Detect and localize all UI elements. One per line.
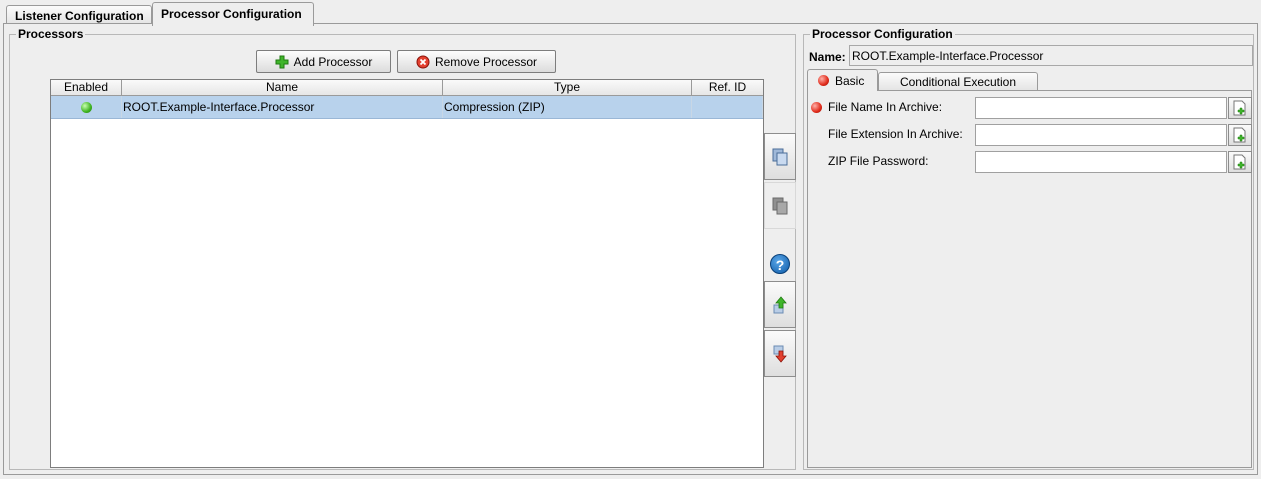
move-down-button[interactable] — [764, 330, 796, 377]
processors-title: Processors — [16, 27, 86, 41]
move-up-button[interactable] — [764, 281, 796, 328]
table-header: Enabled Name Type Ref. ID — [51, 80, 763, 96]
field-row-file-extension: File Extension In Archive: — [808, 124, 1252, 146]
tab-basic-label: Basic — [835, 73, 865, 88]
move-up-icon — [773, 295, 787, 313]
file-extension-insert-button[interactable] — [1228, 124, 1252, 146]
error-icon — [811, 102, 822, 113]
plus-icon — [275, 55, 289, 68]
add-processor-button[interactable]: Add Processor — [256, 50, 391, 73]
copy-button[interactable] — [764, 133, 796, 180]
processor-config-group: Processor Configuration Name: ROOT.Examp… — [803, 27, 1254, 470]
error-icon — [818, 75, 829, 86]
name-field[interactable]: ROOT.Example-Interface.Processor — [849, 45, 1253, 66]
insert-variable-icon — [1233, 100, 1246, 116]
type-cell: Compression (ZIP) — [443, 96, 692, 118]
insert-variable-icon — [1233, 154, 1246, 170]
tab-basic[interactable]: Basic — [807, 69, 878, 91]
processors-table: Enabled Name Type Ref. ID ROOT.Example-I… — [50, 79, 764, 468]
move-down-icon — [773, 345, 787, 363]
tab-processor-configuration[interactable]: Processor Configuration — [152, 2, 314, 26]
column-header-name[interactable]: Name — [122, 80, 443, 95]
help-icon[interactable]: ? — [770, 254, 790, 274]
file-name-insert-button[interactable] — [1228, 97, 1252, 119]
remove-processor-label: Remove Processor — [434, 54, 538, 69]
remove-icon — [416, 55, 430, 68]
copy-icon — [772, 148, 788, 165]
processor-config-title: Processor Configuration — [810, 27, 955, 41]
insert-variable-icon — [1233, 127, 1246, 143]
basic-panel: File Name In Archive: File Extension In … — [807, 90, 1252, 468]
enabled-status-icon — [81, 101, 92, 113]
tab-conditional-execution[interactable]: Conditional Execution — [878, 72, 1038, 91]
remove-processor-button[interactable]: Remove Processor — [397, 50, 556, 73]
name-label: Name: — [809, 50, 846, 64]
paste-button[interactable] — [764, 182, 796, 229]
file-name-label: File Name In Archive: — [828, 100, 943, 114]
ref-id-cell — [692, 96, 763, 118]
paste-icon — [772, 197, 788, 214]
file-extension-input[interactable] — [975, 124, 1227, 146]
column-header-type[interactable]: Type — [443, 80, 692, 95]
file-extension-label: File Extension In Archive: — [828, 127, 963, 141]
field-row-file-name: File Name In Archive: — [808, 97, 1252, 119]
config-tabs: Basic Conditional Execution — [804, 69, 1253, 91]
processors-group: Processors Add Processor Remove Processo… — [9, 27, 796, 470]
file-name-input[interactable] — [975, 97, 1227, 119]
table-row[interactable]: ROOT.Example-Interface.Processor Compres… — [51, 96, 763, 119]
column-header-enabled[interactable]: Enabled — [51, 80, 122, 95]
zip-password-insert-button[interactable] — [1228, 151, 1252, 173]
add-processor-label: Add Processor — [293, 54, 373, 69]
column-header-ref-id[interactable]: Ref. ID — [692, 80, 763, 95]
tab-listener-configuration[interactable]: Listener Configuration — [6, 5, 152, 25]
zip-password-input[interactable] — [975, 151, 1227, 173]
enabled-cell — [51, 96, 122, 118]
processor-configuration-panel: Processors Add Processor Remove Processo… — [3, 23, 1258, 475]
name-cell: ROOT.Example-Interface.Processor — [122, 96, 443, 118]
field-row-zip-password: ZIP File Password: — [808, 151, 1252, 173]
zip-password-label: ZIP File Password: — [828, 154, 929, 168]
